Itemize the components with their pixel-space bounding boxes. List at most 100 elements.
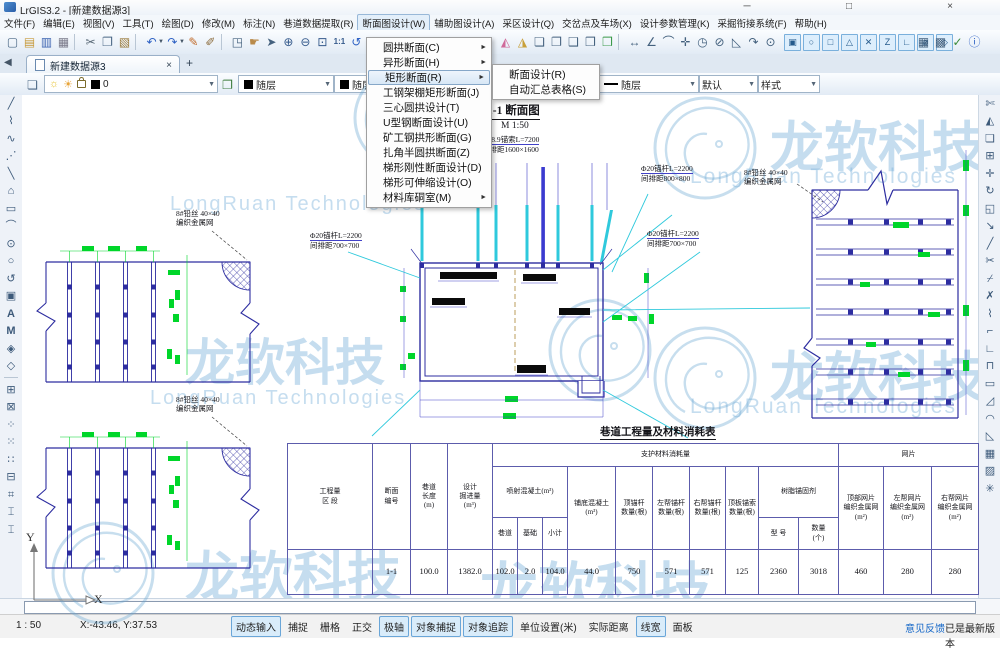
plot-icon[interactable]: ▦ bbox=[55, 33, 72, 51]
draw-line-icon[interactable]: ╱ bbox=[2, 95, 20, 113]
zoom-out-icon[interactable]: ⊖ bbox=[297, 33, 314, 51]
menu-item-6[interactable]: 标注(N) bbox=[239, 15, 279, 31]
popup-item-8[interactable]: 梯形刚性断面设计(D) bbox=[367, 160, 491, 175]
block-paste-icon[interactable]: ❐ bbox=[548, 33, 565, 51]
info-icon[interactable]: ⓘ bbox=[966, 33, 983, 51]
shape-rect-icon[interactable]: ▭ bbox=[981, 375, 999, 393]
ibeam2-icon[interactable]: ⌶ bbox=[2, 521, 20, 539]
status-toggle-10[interactable]: 面板 bbox=[668, 616, 698, 637]
rotate-icon[interactable]: ↻ bbox=[981, 183, 999, 201]
pedit-icon[interactable]: ⊓ bbox=[981, 358, 999, 376]
draw-polyline-icon[interactable]: ⌇ bbox=[2, 113, 20, 131]
draw-circle-icon[interactable]: ⊙ bbox=[2, 235, 20, 253]
popup-item-7[interactable]: 扎角半圆拱断面(Z) bbox=[367, 145, 491, 160]
draw-image-icon[interactable]: ▣ bbox=[2, 288, 20, 306]
trim-icon[interactable]: ✂ bbox=[981, 253, 999, 271]
status-toggle-4[interactable]: 极轴 bbox=[379, 616, 409, 637]
status-toggle-6[interactable]: 对象追踪 bbox=[463, 616, 513, 637]
table-icon[interactable]: ⊟ bbox=[2, 469, 20, 487]
new-file-icon[interactable]: ▢ bbox=[4, 33, 21, 51]
lengthen-icon[interactable]: ╱ bbox=[981, 235, 999, 253]
close-button[interactable]: × bbox=[930, 0, 970, 14]
menu-item-12[interactable]: 设计参数管理(K) bbox=[636, 15, 714, 31]
draw-mline-icon[interactable]: ⋰ bbox=[2, 148, 20, 166]
zoom-scale-icon[interactable]: 1:1 bbox=[331, 33, 348, 51]
measure-point-icon[interactable]: ⊙ bbox=[762, 33, 779, 51]
tab-scroll-left-icon[interactable]: ◀ bbox=[4, 57, 12, 68]
snap-node-toggle[interactable]: △ bbox=[841, 34, 858, 51]
layer-combo[interactable]: ☼ ☀ 0 ▼ bbox=[44, 75, 218, 93]
measure-coord-icon[interactable]: ✛ bbox=[677, 33, 694, 51]
zoom-window-icon[interactable]: ◳ bbox=[229, 33, 246, 51]
tab-close-icon[interactable]: × bbox=[166, 60, 172, 71]
menu-item-8[interactable]: 断面图设计(W) bbox=[357, 14, 430, 32]
erase-icon[interactable]: ✄ bbox=[981, 95, 999, 113]
block-define-icon[interactable]: ⊠ bbox=[2, 399, 20, 417]
minimize-button[interactable]: ─ bbox=[727, 0, 767, 14]
measure-arc-icon[interactable]: ⌒ bbox=[660, 33, 677, 51]
menu-item-9[interactable]: 辅助图设计(A) bbox=[430, 15, 498, 31]
menu-item-10[interactable]: 采区设计(Q) bbox=[498, 15, 558, 31]
select-icon[interactable]: ➤ bbox=[263, 33, 280, 51]
menu-item-0[interactable]: 文件(F) bbox=[0, 15, 39, 31]
shape-arc-icon[interactable]: ◠ bbox=[981, 410, 999, 428]
style-combo[interactable]: 样式 ▼ bbox=[758, 75, 820, 93]
popup-item-3[interactable]: 工钢架棚矩形断面(J) bbox=[367, 85, 491, 100]
zoom-extents-icon[interactable]: ⊡ bbox=[314, 33, 331, 51]
draw-hatch-icon[interactable]: ◈ bbox=[2, 340, 20, 358]
stamp2-icon[interactable]: ◮ bbox=[514, 33, 531, 51]
status-toggle-3[interactable]: 正交 bbox=[347, 616, 377, 637]
ibeam-icon[interactable]: ⌶ bbox=[2, 504, 20, 522]
view-previous-icon[interactable]: ↺ bbox=[348, 33, 365, 51]
measure-area-icon[interactable]: ◺ bbox=[728, 33, 745, 51]
draw-revcloud-icon[interactable]: ↺ bbox=[2, 270, 20, 288]
block-edit-icon[interactable]: ❒ bbox=[599, 33, 616, 51]
move-icon[interactable]: ✛ bbox=[981, 165, 999, 183]
point-measure-icon[interactable]: ∷ bbox=[2, 451, 20, 469]
layer-states-icon[interactable]: ❐ bbox=[219, 76, 236, 94]
snap-endpoint-toggle[interactable]: ▣ bbox=[784, 34, 801, 51]
command-input[interactable] bbox=[24, 601, 976, 614]
status-toggle-0[interactable]: 动态输入 bbox=[231, 616, 281, 637]
chamfer-icon[interactable]: ⌐ bbox=[981, 323, 999, 341]
status-toggle-7[interactable]: 单位设置(米) bbox=[515, 616, 582, 637]
shape-tri-icon[interactable]: ◿ bbox=[981, 393, 999, 411]
snap-apply-icon[interactable]: ✓ bbox=[949, 33, 966, 51]
pan-icon[interactable]: ☛ bbox=[246, 33, 263, 51]
new-tab-button[interactable]: + bbox=[186, 56, 193, 70]
scale-icon[interactable]: ◱ bbox=[981, 200, 999, 218]
draw-arc-icon[interactable]: ⌒ bbox=[2, 218, 20, 236]
shape-wedge-icon[interactable]: ◺ bbox=[981, 428, 999, 446]
menu-item-1[interactable]: 编辑(E) bbox=[39, 15, 79, 31]
block-insert-icon[interactable]: ⊞ bbox=[2, 381, 20, 399]
measure-none-icon[interactable]: ⊘ bbox=[711, 33, 728, 51]
linetype2-combo[interactable]: 随层 ▼ bbox=[598, 75, 699, 93]
measure-time-icon[interactable]: ◷ bbox=[694, 33, 711, 51]
lineweight-combo[interactable]: 默认 ▼ bbox=[699, 75, 758, 93]
measure-curve-icon[interactable]: ↷ bbox=[745, 33, 762, 51]
popup-item-1[interactable]: 异形断面(H)► bbox=[367, 55, 491, 70]
paste-icon[interactable]: ▧ bbox=[116, 33, 133, 51]
draw-polygon-icon[interactable]: ⌂ bbox=[2, 183, 20, 201]
menu-item-4[interactable]: 绘图(D) bbox=[158, 15, 198, 31]
draw-segment-icon[interactable]: ╲ bbox=[2, 165, 20, 183]
fillet-icon[interactable]: ∟ bbox=[981, 340, 999, 358]
snap-grid2-icon[interactable]: ▩ bbox=[932, 33, 949, 51]
explode-icon[interactable]: ✳ bbox=[981, 480, 999, 498]
zoom-in-icon[interactable]: ⊕ bbox=[280, 33, 297, 51]
snap-midpoint-toggle[interactable]: □ bbox=[822, 34, 839, 51]
popup-item-0[interactable]: 圆拱断面(C)► bbox=[367, 40, 491, 55]
draw-mtext-icon[interactable]: M bbox=[2, 323, 20, 341]
break-icon[interactable]: ✗ bbox=[981, 288, 999, 306]
popup-item-9[interactable]: 梯形可伸缩设计(O) bbox=[367, 175, 491, 190]
array-icon[interactable]: ⊞ bbox=[981, 148, 999, 166]
draw-rectangle-icon[interactable]: ▭ bbox=[2, 200, 20, 218]
popup-item-6[interactable]: 矿工钢拱形断面(G) bbox=[367, 130, 491, 145]
popup-item-10[interactable]: 材料库硐室(M)► bbox=[367, 190, 491, 205]
draw-spline-icon[interactable]: ∿ bbox=[2, 130, 20, 148]
stamp-icon[interactable]: ◭ bbox=[497, 33, 514, 51]
open-file-icon[interactable]: ▤ bbox=[21, 33, 38, 51]
mirror-icon[interactable]: ◭ bbox=[981, 113, 999, 131]
cut-icon[interactable]: ✂ bbox=[82, 33, 99, 51]
menu-item-3[interactable]: 工具(T) bbox=[118, 15, 157, 31]
